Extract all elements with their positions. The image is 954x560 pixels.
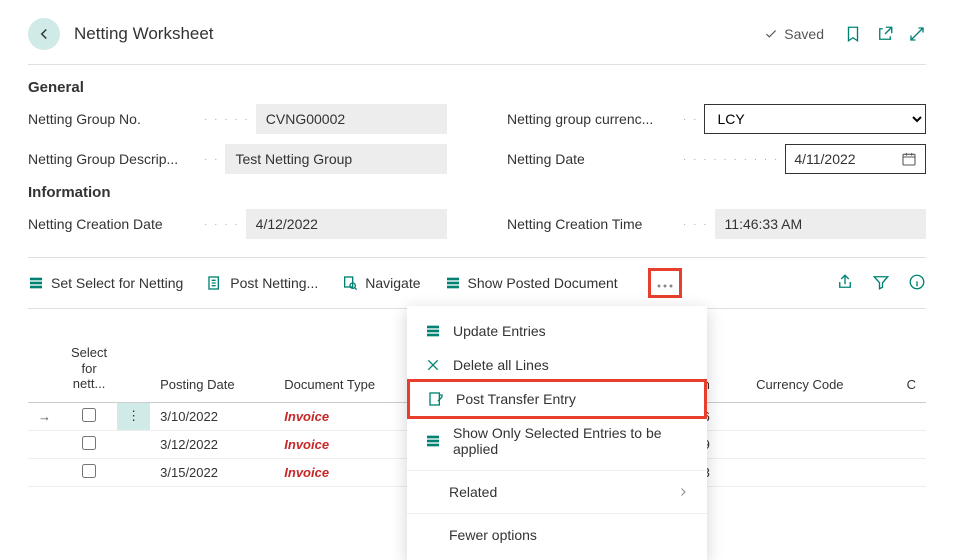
cell-posting-date: 3/10/2022	[150, 402, 274, 430]
set-select-button[interactable]: Set Select for Netting	[28, 275, 183, 291]
netting-group-desc-label: Netting Group Descrip...	[28, 151, 198, 167]
expand-icon[interactable]	[908, 25, 926, 43]
general-section-title: General	[28, 79, 926, 96]
back-button[interactable]	[28, 18, 60, 50]
row-select-checkbox[interactable]	[82, 436, 96, 450]
saved-label: Saved	[784, 26, 824, 42]
col-doc-type: Document Type	[274, 339, 420, 402]
cell-currency	[746, 458, 887, 486]
netting-group-no-label: Netting Group No.	[28, 111, 198, 127]
dd-fewer-options[interactable]: Fewer options	[407, 518, 707, 552]
more-actions-dropdown: Update Entries Delete all Lines Post Tra…	[407, 306, 707, 560]
dd-post-transfer[interactable]: Post Transfer Entry	[407, 379, 707, 419]
filter-icon[interactable]	[872, 273, 890, 294]
chevron-right-icon	[677, 486, 689, 498]
more-actions-button[interactable]	[648, 268, 682, 298]
netting-group-desc-value[interactable]: Test Netting Group	[225, 144, 447, 174]
page-title: Netting Worksheet	[74, 24, 764, 44]
col-select: Select for nett...	[71, 345, 107, 392]
row-select-checkbox[interactable]	[82, 464, 96, 478]
calendar-icon[interactable]	[901, 151, 917, 167]
row-select-checkbox[interactable]	[82, 408, 96, 422]
cell-currency	[746, 402, 887, 430]
navigate-button[interactable]: Navigate	[342, 275, 420, 291]
row-menu-button[interactable]	[117, 458, 150, 486]
saved-status: Saved	[764, 26, 824, 42]
dd-update-entries[interactable]: Update Entries	[407, 314, 707, 348]
creation-time-value: 11:46:33 AM	[715, 209, 926, 239]
cell-posting-date: 3/15/2022	[150, 458, 274, 486]
cell-doc-type: Invoice	[274, 402, 420, 430]
creation-date-value: 4/12/2022	[246, 209, 447, 239]
share-icon[interactable]	[836, 273, 854, 294]
info-icon[interactable]	[908, 273, 926, 294]
toolbar: Set Select for Netting Post Netting... N…	[28, 258, 926, 309]
row-indicator: →	[28, 402, 61, 430]
row-indicator	[28, 458, 61, 486]
creation-date-label: Netting Creation Date	[28, 216, 198, 232]
row-menu-button[interactable]	[117, 430, 150, 458]
row-indicator	[28, 430, 61, 458]
show-posted-button[interactable]: Show Posted Document	[445, 275, 618, 291]
popout-icon[interactable]	[876, 25, 894, 43]
post-netting-button[interactable]: Post Netting...	[207, 275, 318, 291]
dd-show-selected[interactable]: Show Only Selected Entries to be applied	[407, 416, 707, 466]
bookmark-icon[interactable]	[844, 25, 862, 43]
netting-date-field[interactable]: 4/11/2022	[785, 144, 926, 174]
netting-group-currency-label: Netting group currenc...	[507, 111, 677, 127]
cell-currency	[746, 430, 887, 458]
col-extra: C	[887, 339, 926, 402]
col-currency: Currency Code	[746, 339, 887, 402]
dd-delete-all[interactable]: Delete all Lines	[407, 348, 707, 382]
row-menu-button[interactable]: ⋮	[117, 402, 150, 430]
creation-time-label: Netting Creation Time	[507, 216, 677, 232]
cell-posting-date: 3/12/2022	[150, 430, 274, 458]
dd-related[interactable]: Related	[407, 475, 707, 509]
information-section-title: Information	[28, 184, 926, 201]
col-posting-date: Posting Date	[150, 339, 274, 402]
cell-doc-type: Invoice	[274, 458, 420, 486]
netting-date-label: Netting Date	[507, 151, 677, 167]
netting-date-value: 4/11/2022	[794, 151, 855, 167]
netting-group-currency-select[interactable]: LCY	[704, 104, 926, 134]
cell-doc-type: Invoice	[274, 430, 420, 458]
page-header: Netting Worksheet Saved	[28, 12, 926, 65]
netting-group-no-value[interactable]: CVNG00002	[256, 104, 447, 134]
